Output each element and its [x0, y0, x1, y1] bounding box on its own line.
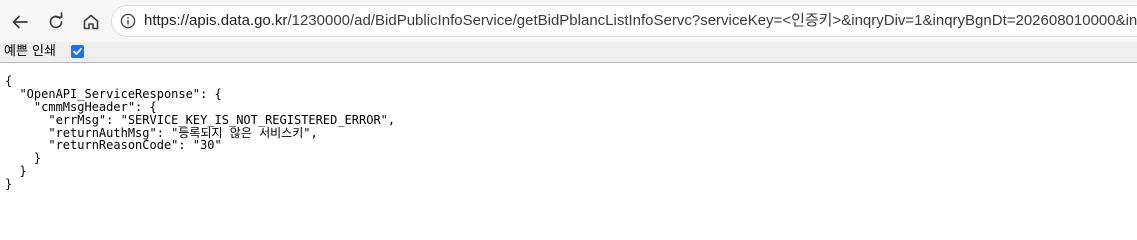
back-button[interactable] — [7, 9, 33, 35]
json-line: "OpenAPI_ServiceResponse": { — [5, 86, 222, 101]
pretty-print-bar: 예쁜 인쇄 — [0, 42, 1137, 63]
json-line: "errMsg": "SERVICE_KEY_IS_NOT_REGISTERED… — [5, 112, 396, 127]
address-bar[interactable]: https://apis.data.go.kr/1230000/ad/BidPu… — [111, 5, 1137, 37]
json-line: { — [5, 74, 13, 88]
pretty-print-label: 예쁜 인쇄 — [4, 44, 56, 59]
json-line: } — [5, 164, 27, 179]
json-response: { "OpenAPI_ServiceResponse": { "cmmMsgHe… — [5, 75, 395, 191]
reload-icon — [49, 12, 63, 29]
json-line: "returnReasonCode": "30" — [5, 138, 222, 153]
checkmark-icon — [73, 48, 82, 55]
back-arrow-icon — [12, 15, 28, 29]
home-icon — [83, 14, 99, 30]
url-text[interactable]: https://apis.data.go.kr/1230000/ad/BidPu… — [144, 6, 1137, 36]
json-line: } — [5, 177, 13, 192]
browser-window: https://apis.data.go.kr/1230000/ad/BidPu… — [0, 0, 1137, 233]
json-line: "cmmMsgHeader": { — [5, 99, 157, 114]
browser-toolbar: https://apis.data.go.kr/1230000/ad/BidPu… — [0, 0, 1137, 42]
json-line: } — [5, 151, 42, 166]
site-info-icon[interactable] — [120, 13, 136, 29]
url-host: apis.data.go.kr — [189, 12, 288, 29]
url-path: /1230000/ad/BidPublicInfoService/getBidP… — [287, 12, 1137, 29]
home-button[interactable] — [78, 9, 104, 35]
pretty-print-checkbox[interactable] — [71, 45, 84, 58]
reload-button[interactable] — [43, 9, 69, 35]
url-scheme: https:// — [144, 12, 190, 29]
